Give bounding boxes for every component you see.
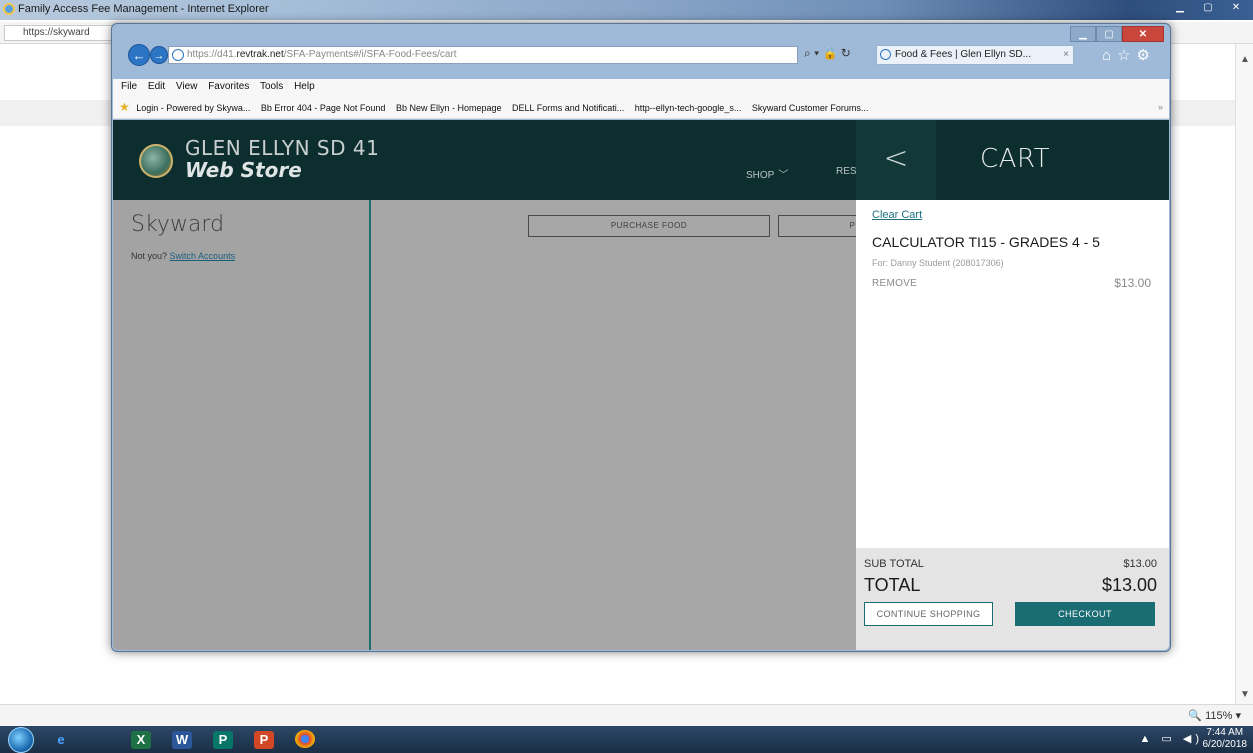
forward-icon[interactable]: → <box>150 46 168 64</box>
not-you-label: Not you? <box>131 251 168 261</box>
nav-shop-label: SHOP <box>746 170 775 181</box>
browser-minimize-icon[interactable]: ▁ <box>1070 26 1096 42</box>
cart-back-icon[interactable]: < <box>856 120 936 200</box>
maximize-icon[interactable]: ▢ <box>1195 0 1221 16</box>
browser-window-controls: ▁ ▢ ✕ <box>1070 26 1164 42</box>
menu-favorites[interactable]: Favorites <box>208 81 249 92</box>
favorite-skyward-login[interactable]: Login - Powered by Skywa... <box>136 103 250 113</box>
cart-footer: SUB TOTAL $13.00 TOTAL $13.00 CONTINUE S… <box>856 548 1169 650</box>
outer-window-controls: ▁ ▢ ✕ <box>1167 0 1249 16</box>
scroll-up-icon[interactable]: ▲ <box>1240 54 1250 65</box>
favorite-error-404[interactable]: Bb Error 404 - Page Not Found <box>261 103 386 113</box>
checkout-button[interactable]: CHECKOUT <box>1015 602 1155 626</box>
nav-res[interactable]: RES <box>836 166 857 177</box>
outer-scrollbar[interactable]: ▲ ▼ <box>1235 44 1253 704</box>
favorite-dell-forms[interactable]: DELL Forms and Notificati... <box>512 103 624 113</box>
district-logo[interactable] <box>139 144 173 178</box>
zoom-level[interactable]: 🔍 115% ▾ <box>1188 709 1241 722</box>
browser-maximize-icon[interactable]: ▢ <box>1096 26 1122 42</box>
clock-date: 6/20/2018 <box>1202 739 1248 750</box>
zoom-value: 115% <box>1205 710 1233 722</box>
gear-icon[interactable]: ⚙ <box>1137 47 1156 64</box>
start-button[interactable] <box>8 727 34 753</box>
close-icon[interactable]: ✕ <box>1223 0 1249 16</box>
taskbar-word-icon[interactable]: W <box>165 728 199 751</box>
tab-food-fees[interactable]: Food & Fees | Glen Ellyn SD... × <box>876 45 1074 65</box>
cart-drawer: < CART Clear Cart CALCULATOR TI15 - GRAD… <box>856 120 1169 650</box>
scroll-down-icon[interactable]: ▼ <box>1240 689 1250 700</box>
nav-shop[interactable]: SHOP ﹀ <box>746 166 788 181</box>
menu-view[interactable]: View <box>176 81 198 92</box>
menu-file[interactable]: File <box>121 81 137 92</box>
favorites-add-icon[interactable]: ★ <box>119 100 130 114</box>
url-path: /SFA-Payments#/i/SFA-Food-Fees/cart <box>283 49 457 60</box>
cart-item-student: For: Danny Student (208017306) <box>872 258 1004 268</box>
outer-window-title: Family Access Fee Management - Internet … <box>18 3 269 15</box>
remove-item-button[interactable]: REMOVE <box>872 278 917 289</box>
menu-edit[interactable]: Edit <box>148 81 165 92</box>
taskbar-powerpoint-icon[interactable]: P <box>247 728 281 751</box>
lock-icon[interactable]: 🔒 <box>822 46 837 60</box>
browser-close-icon[interactable]: ✕ <box>1122 26 1164 42</box>
site-icon <box>172 49 184 61</box>
favorite-skyward-forums[interactable]: Skyward Customer Forums... <box>752 103 869 113</box>
outer-title-bar: Family Access Fee Management - Internet … <box>0 0 1253 20</box>
cart-item-name: CALCULATOR TI15 - GRADES 4 - 5 <box>872 234 1100 250</box>
navigation-row: ← → https://d41.revtrak.net/SFA-Payments… <box>116 43 1166 67</box>
cart-header: < CART <box>856 120 1169 200</box>
site-subtitle: Web Store <box>185 158 302 182</box>
url-host: revtrak.net <box>236 49 284 60</box>
search-icon[interactable]: ⌕ <box>804 46 811 60</box>
purchase-food-button[interactable]: PURCHASE FOOD <box>528 215 770 237</box>
chevron-down-icon: ﹀ <box>778 170 789 181</box>
taskbar: e X W P P ▲ ▭ ◀) 7:44 AM 6/20/2018 <box>0 726 1253 753</box>
subtotal-label: SUB TOTAL <box>864 558 924 570</box>
status-bar: 🔍 115% ▾ <box>0 704 1253 726</box>
browser-right-icons: ⌂☆⚙ <box>1102 46 1156 64</box>
menu-tools[interactable]: Tools <box>260 81 283 92</box>
favorites-star-icon[interactable]: ☆ <box>1117 47 1136 64</box>
second-purchase-button[interactable]: P <box>778 215 858 237</box>
minimize-icon[interactable]: ▁ <box>1167 0 1193 16</box>
browser-window: ▁ ▢ ✕ ← → https://d41.revtrak.net/SFA-Pa… <box>111 23 1171 652</box>
url-prefix: https://d41. <box>187 49 237 60</box>
cart-title: CART <box>980 144 1050 174</box>
system-tray[interactable]: ▲ ▭ ◀) <box>1139 732 1203 745</box>
total-value: $13.00 <box>1101 575 1157 595</box>
taskbar-chrome-icon[interactable] <box>288 728 322 751</box>
clock-time: 7:44 AM <box>1206 727 1244 738</box>
total-label: TOTAL <box>864 575 921 595</box>
subtotal-value: $13.00 <box>1123 558 1157 570</box>
dropdown-icon[interactable]: ▾ <box>814 46 819 60</box>
tab-close-icon[interactable]: × <box>1063 46 1069 64</box>
switch-accounts-link[interactable]: Switch Accounts <box>170 251 236 261</box>
ie-icon <box>3 3 15 15</box>
refresh-icon[interactable]: ↻ <box>841 46 851 60</box>
continue-shopping-button[interactable]: CONTINUE SHOPPING <box>864 602 993 626</box>
site-name: GLEN ELLYN SD 41 <box>185 136 380 160</box>
not-you-text: Not you? Switch Accounts <box>131 251 235 261</box>
account-name: Skyward <box>131 212 225 237</box>
tab-site-icon <box>880 49 891 60</box>
clear-cart-link[interactable]: Clear Cart <box>872 209 922 221</box>
address-bar[interactable]: https://d41.revtrak.net/SFA-Payments#/i/… <box>168 46 798 64</box>
favorites-bar: ★ Login - Powered by Skywa... Bb Error 4… <box>113 95 1169 119</box>
back-icon[interactable]: ← <box>128 44 150 66</box>
web-page: GLEN ELLYN SD 41 Web Store SHOP ﹀ RES Sky… <box>113 120 1169 650</box>
home-icon[interactable]: ⌂ <box>1102 47 1117 64</box>
favorite-ellyn-tech[interactable]: http--ellyn-tech-google_s... <box>635 103 742 113</box>
favorites-more-icon[interactable]: » <box>1158 95 1163 118</box>
taskbar-excel-icon[interactable]: X <box>124 728 158 751</box>
account-sidebar <box>113 200 371 650</box>
cart-item-price: $13.00 <box>1114 276 1151 290</box>
menu-bar: File Edit View Favorites Tools Help <box>113 79 1169 95</box>
tab-title: Food & Fees | Glen Ellyn SD... <box>895 49 1031 60</box>
clock[interactable]: 7:44 AM 6/20/2018 <box>1203 727 1248 751</box>
taskbar-publisher-icon[interactable]: P <box>206 728 240 751</box>
menu-help[interactable]: Help <box>294 81 315 92</box>
favorite-new-ellyn[interactable]: Bb New Ellyn - Homepage <box>396 103 502 113</box>
outer-address-bar[interactable]: https://skyward <box>4 25 114 41</box>
taskbar-ie-icon[interactable]: e <box>44 728 78 751</box>
address-tools: ⌕ ▾ 🔒 ↻ <box>804 46 851 61</box>
